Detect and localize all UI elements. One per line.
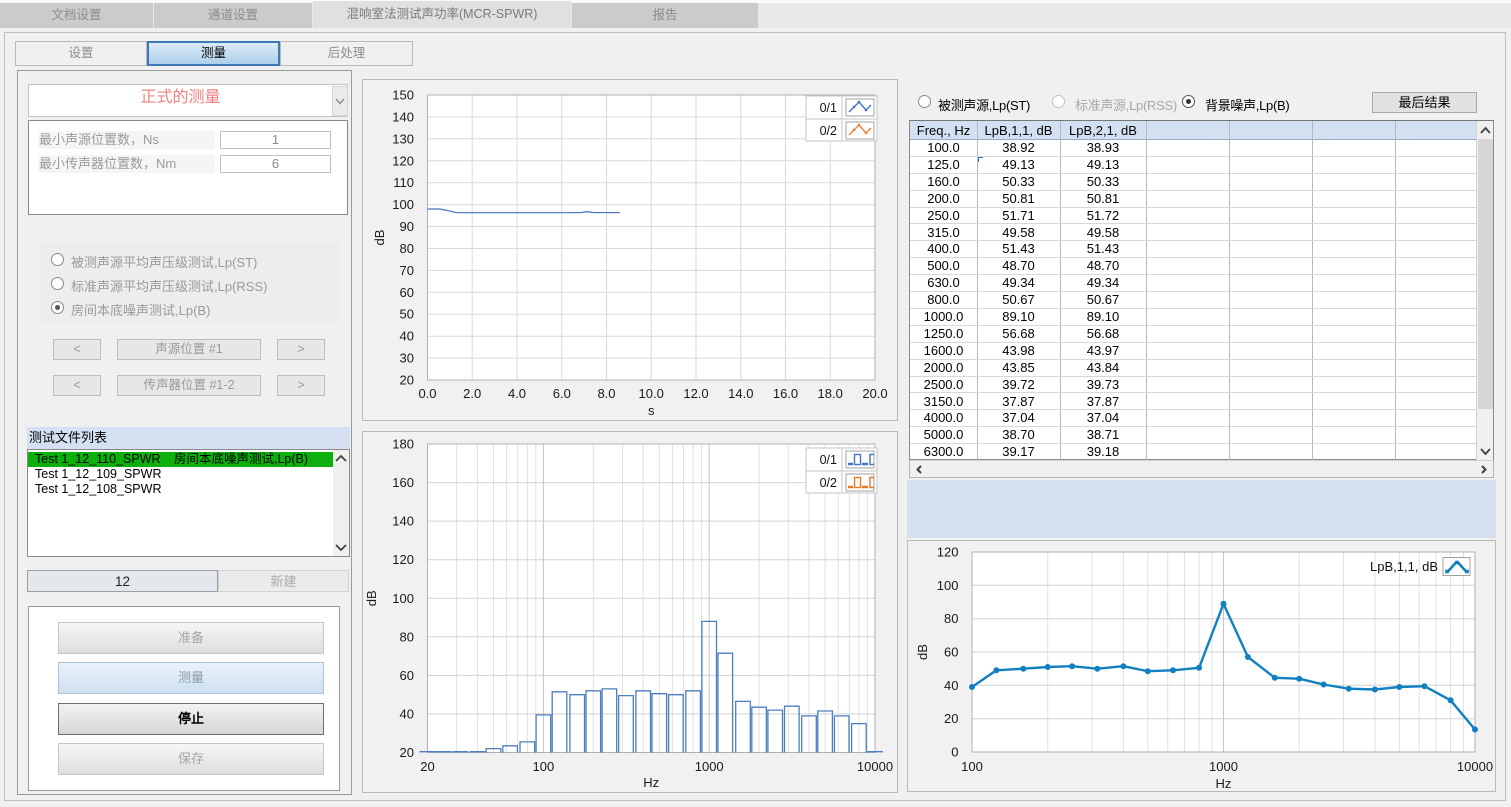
svg-text:20: 20 [400,373,414,388]
svg-text:12.0: 12.0 [683,386,708,401]
svg-text:60: 60 [400,285,414,300]
svg-text:6.0: 6.0 [553,386,571,401]
svg-text:4.0: 4.0 [508,386,526,401]
svg-text:16.0: 16.0 [773,386,798,401]
svg-text:120: 120 [937,545,959,560]
svg-text:0/1: 0/1 [820,453,837,467]
svg-text:80: 80 [400,241,414,256]
svg-text:20.0: 20.0 [862,386,887,401]
svg-text:0.0: 0.0 [418,386,436,401]
svg-text:20: 20 [944,711,958,726]
svg-text:150: 150 [392,88,414,103]
svg-text:14.0: 14.0 [728,386,753,401]
svg-text:10000: 10000 [857,759,893,774]
svg-text:130: 130 [392,131,414,146]
svg-text:80: 80 [944,611,958,626]
svg-text:180: 180 [392,437,414,452]
svg-text:0: 0 [951,745,958,760]
svg-text:30: 30 [400,351,414,366]
svg-text:dB: dB [372,230,387,246]
svg-text:1000: 1000 [695,759,724,774]
svg-text:80: 80 [400,629,414,644]
svg-text:60: 60 [944,645,958,660]
svg-text:100: 100 [392,591,414,606]
svg-text:110: 110 [393,175,414,190]
svg-text:70: 70 [400,263,414,278]
svg-text:Hz: Hz [643,775,659,790]
svg-text:1000: 1000 [1209,759,1238,774]
svg-text:20: 20 [420,759,434,774]
svg-text:100: 100 [533,759,555,774]
svg-text:40: 40 [944,678,958,693]
svg-text:10000: 10000 [1457,759,1493,774]
svg-text:100: 100 [961,759,983,774]
svg-text:100: 100 [937,578,959,593]
svg-text:Hz: Hz [1216,776,1232,791]
svg-text:120: 120 [392,552,414,567]
svg-text:0/2: 0/2 [820,476,837,490]
svg-text:8.0: 8.0 [597,386,615,401]
svg-text:2.0: 2.0 [463,386,481,401]
svg-text:140: 140 [392,109,414,124]
svg-text:160: 160 [392,475,414,490]
svg-text:120: 120 [392,153,414,168]
svg-text:50: 50 [400,307,414,322]
svg-text:140: 140 [392,514,414,529]
svg-text:s: s [648,403,655,418]
svg-text:0/2: 0/2 [820,124,837,138]
svg-text:0/1: 0/1 [820,101,837,115]
svg-text:90: 90 [400,219,414,234]
svg-text:10.0: 10.0 [639,386,664,401]
svg-text:LpB,1,1, dB: LpB,1,1, dB [1370,559,1438,574]
svg-text:18.0: 18.0 [818,386,843,401]
svg-text:dB: dB [915,644,930,660]
svg-text:40: 40 [400,706,414,721]
svg-text:60: 60 [400,668,414,683]
svg-text:100: 100 [392,197,414,212]
svg-text:40: 40 [400,329,414,344]
svg-text:dB: dB [364,590,379,606]
svg-text:20: 20 [400,745,414,760]
